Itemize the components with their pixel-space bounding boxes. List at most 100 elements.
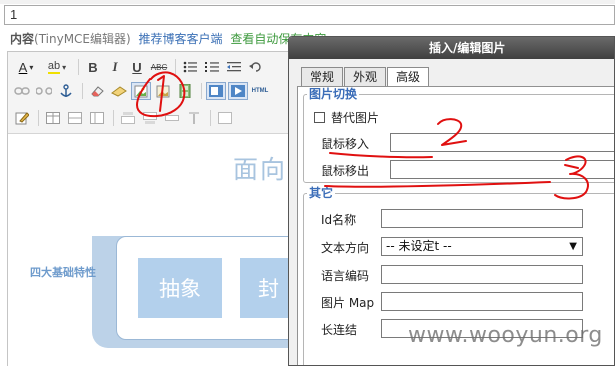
highlight-label: ab: [47, 60, 61, 74]
underline-label: U: [132, 59, 142, 75]
font-color-label: A: [18, 59, 28, 75]
italic-button[interactable]: I: [105, 58, 125, 76]
toolbar-separator: [175, 59, 176, 75]
font-color-button[interactable]: A ▾: [12, 58, 40, 76]
dialog-title[interactable]: 插入/编辑图片: [289, 37, 614, 59]
table-button[interactable]: [43, 109, 63, 127]
id-label: Id名称: [321, 213, 357, 227]
direction-select-value: -- 未设定t --: [386, 239, 452, 253]
dropdown-arrow-icon: ▼: [569, 241, 577, 252]
bold-label: B: [88, 59, 98, 75]
content-label-row: 内容(TinyMCE编辑器) 推荐博客客户端 查看自动保存内容: [10, 31, 326, 47]
toolbar-separator: [82, 83, 83, 99]
align-left-button[interactable]: [206, 82, 226, 100]
strikethrough-button[interactable]: ABC: [149, 58, 169, 76]
numbered-list-button[interactable]: [202, 58, 222, 76]
html-source-button[interactable]: HTML: [250, 82, 270, 100]
direction-label: 文本方向: [321, 241, 370, 255]
mouseout-input[interactable]: [390, 160, 614, 179]
paste-icon: [111, 86, 127, 97]
align-right-button[interactable]: [228, 82, 248, 100]
delete-row-icon: [165, 115, 179, 121]
longdesc-label: 长连结: [321, 323, 358, 337]
eraser-icon: [91, 86, 104, 97]
map-label: 图片 Map: [321, 296, 375, 310]
insert-media-button[interactable]: [153, 82, 173, 100]
dropdown-icon: ▾: [29, 62, 34, 72]
link-icon: [14, 87, 30, 95]
table-cell-icon: [90, 112, 104, 124]
map-input[interactable]: [381, 292, 583, 311]
align-left-icon: [209, 85, 223, 97]
eraser-button[interactable]: [87, 82, 107, 100]
lang-label: 语言编码: [321, 269, 370, 283]
dialog-tabs: 常规 外观 高级: [301, 67, 430, 87]
column-button[interactable]: [184, 109, 204, 127]
mindmap-title: 面向: [233, 155, 288, 184]
table-icon: [46, 112, 60, 124]
bold-button[interactable]: B: [83, 58, 103, 76]
tab-appearance[interactable]: 外观: [344, 67, 387, 86]
row-before-icon: [121, 112, 135, 124]
insert-row-after-button[interactable]: [140, 109, 160, 127]
post-title-input[interactable]: 1: [4, 5, 615, 25]
link-button[interactable]: [12, 82, 32, 100]
alt-image-label: 替代图片: [331, 111, 380, 125]
table-row-icon: [68, 112, 82, 124]
insert-image-button[interactable]: [131, 82, 151, 100]
id-input[interactable]: [381, 209, 583, 228]
content-label: 内容: [10, 32, 35, 46]
tab-general[interactable]: 常规: [301, 67, 344, 86]
strike-label: ABC: [150, 62, 168, 72]
split-cell-icon: [218, 112, 232, 124]
table-cell-button[interactable]: [87, 109, 107, 127]
underline-button[interactable]: U: [127, 58, 147, 76]
mouseout-label: 鼠标移出: [321, 164, 370, 178]
mouseover-label: 鼠标移入: [321, 137, 370, 151]
film-icon: [179, 84, 191, 98]
watermark: www.wooyun.org: [408, 323, 603, 348]
image-dialog: 插入/编辑图片 常规 外观 高级 图片切换 替代图片 鼠标移入 鼠标移出 其它 …: [288, 36, 615, 366]
delete-row-button[interactable]: [162, 109, 182, 127]
row-after-icon: [143, 112, 157, 124]
split-cell-button[interactable]: [215, 109, 235, 127]
anchor-icon: [60, 84, 72, 97]
html-label: HTML: [251, 88, 269, 94]
lang-input[interactable]: [381, 265, 583, 284]
bullet-list-button[interactable]: [180, 58, 200, 76]
insert-row-before-button[interactable]: [118, 109, 138, 127]
swap-legend: 图片切换: [307, 87, 360, 101]
mouseover-input[interactable]: [390, 133, 614, 152]
dropdown-icon: ▾: [62, 62, 67, 72]
film-button[interactable]: [175, 82, 195, 100]
tab-advanced[interactable]: 高级: [387, 67, 430, 87]
unlink-icon: [36, 87, 52, 95]
undo-button[interactable]: [246, 58, 266, 76]
toolbar-separator: [78, 59, 79, 75]
editor-toolbar: A ▾ ab ▾ B I U ABC HTML: [8, 52, 298, 134]
pencil-icon: [15, 112, 29, 125]
column-icon: [189, 112, 199, 124]
anchor-button[interactable]: [56, 82, 76, 100]
mindmap-node-abstract: 抽象: [138, 258, 222, 318]
paste-word-button[interactable]: [109, 82, 129, 100]
numbered-list-icon: [205, 62, 219, 72]
outdent-icon: [227, 62, 241, 72]
unlink-button[interactable]: [34, 82, 54, 100]
toolbar-separator: [113, 110, 114, 126]
alt-image-checkbox[interactable]: [314, 112, 325, 123]
editor-name: (TinyMCE编辑器): [34, 32, 131, 46]
table-row-button[interactable]: [65, 109, 85, 127]
direction-select[interactable]: -- 未设定t -- ▼: [381, 237, 583, 256]
bullet-list-icon: [183, 61, 197, 73]
toolbar-separator: [210, 110, 211, 126]
recommend-client-link[interactable]: 推荐博客客户端: [139, 32, 223, 46]
highlight-color-button[interactable]: ab ▾: [42, 58, 72, 76]
image-icon: [134, 85, 148, 97]
edit-css-button[interactable]: [12, 109, 32, 127]
italic-label: I: [112, 59, 118, 74]
undo-icon: [249, 62, 261, 72]
page-top-strip: [0, 0, 615, 4]
mindmap-side-label: 四大基础特性: [30, 266, 96, 279]
outdent-button[interactable]: [224, 58, 244, 76]
